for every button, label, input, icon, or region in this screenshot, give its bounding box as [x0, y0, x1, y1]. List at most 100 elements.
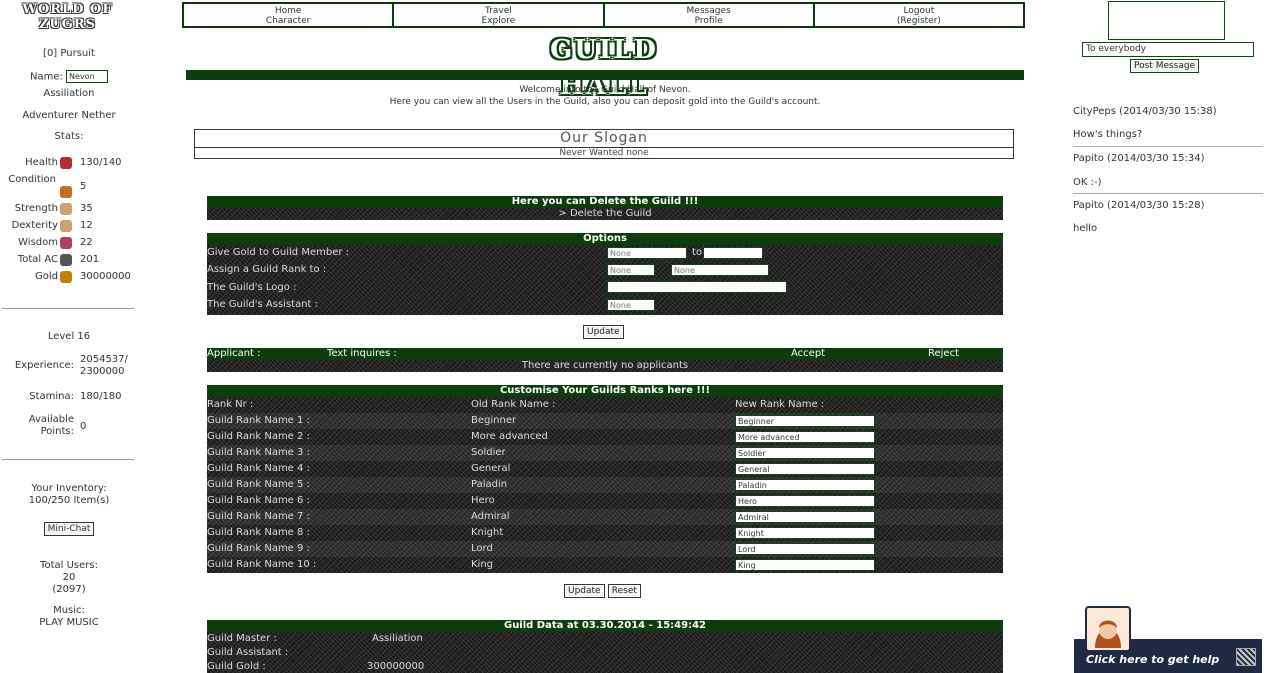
ranks-update-button[interactable]: Update: [564, 584, 605, 598]
col-applicant: Applicant :: [207, 348, 261, 359]
new-rank-name-input[interactable]: King: [735, 559, 875, 571]
col-rank-nr: Rank Nr :: [207, 399, 254, 410]
new-rank-name-input[interactable]: Soldier: [735, 447, 875, 459]
guild-data-body: Guild Master : Assiliation Guild Assista…: [207, 632, 1003, 673]
stat-value: 5: [80, 181, 87, 192]
divider: [2, 308, 134, 309]
nav-link[interactable]: Explore: [394, 16, 602, 26]
rank-nr-label: Guild Rank Name 1 :: [207, 415, 310, 426]
adventurer-label: Adventurer: [22, 110, 79, 121]
nav-link[interactable]: Profile: [605, 16, 813, 26]
guild-data-row: Guild Gold : 300000000: [207, 660, 1003, 673]
chat-post-text: How's things?: [1073, 129, 1143, 140]
new-rank-name-input[interactable]: Beginner: [735, 415, 875, 427]
play-music-link[interactable]: PLAY MUSIC: [0, 617, 138, 629]
delete-guild-link[interactable]: > Delete the Guild: [558, 208, 651, 219]
panel-header: Here you can Delete the Guild !!!: [207, 196, 1003, 208]
chat-post-author: Papito (2014/03/30 15:34): [1073, 153, 1205, 164]
guild-master-value: Assiliation: [372, 633, 423, 644]
give-gold-member-select[interactable]: None: [607, 247, 687, 259]
assign-rank-member-select[interactable]: None: [607, 264, 655, 276]
recipient-select[interactable]: To everybody: [1082, 42, 1254, 57]
nav-link[interactable]: Messages: [605, 6, 813, 16]
panel-header: Options: [207, 233, 1003, 245]
nav-link[interactable]: Travel: [394, 6, 602, 16]
new-rank-name-input[interactable]: Paladin: [735, 479, 875, 491]
inventory-row[interactable]: Your Inventory: 100/250 Item(s): [0, 483, 138, 507]
divider: [2, 459, 134, 460]
option-label: The Guild's Assistant :: [207, 299, 319, 310]
help-text: Click here to get help: [1086, 653, 1220, 666]
guild-gold-value: 300000000: [367, 661, 425, 672]
guild-data-row: Guild Assistant :: [207, 646, 1003, 660]
help-avatar[interactable]: [1085, 606, 1131, 652]
rank-nr-label: Guild Rank Name 4 :: [207, 463, 310, 474]
welcome-line: Welcome into the Guild Hall of Nevon.: [519, 85, 691, 95]
col-text-inquires: Text inquires :: [327, 348, 397, 359]
rank-rows: Guild Rank Name 1 : Beginner Beginner Guild…: [207, 413, 1003, 573]
new-rank-name-input[interactable]: General: [735, 463, 875, 475]
mini-chat-button[interactable]: Mini-Chat: [43, 522, 95, 536]
experience-label: Experience:: [14, 360, 74, 371]
rank-nr-label: Guild Rank Name 6 :: [207, 495, 310, 506]
nav-link[interactable]: Logout: [815, 6, 1023, 16]
nav-messages-profile[interactable]: Messages Profile: [605, 4, 815, 26]
ranks-buttons: Update Reset: [564, 584, 641, 598]
gold-icon: [60, 271, 72, 283]
nav-travel-explore[interactable]: Travel Explore: [394, 4, 605, 26]
stat-label: Strength: [14, 203, 58, 214]
stat-value: 201: [80, 254, 100, 265]
options-update-button[interactable]: Update: [583, 325, 624, 339]
stat-gold: Gold 30000000: [0, 271, 138, 285]
new-rank-name-input[interactable]: Knight: [735, 527, 875, 539]
qr-icon: [1236, 648, 1256, 666]
swords-icon: [60, 254, 72, 266]
stat-dexterity: Dexterity 12: [0, 220, 138, 234]
rank-nr-label: Guild Rank Name 2 :: [207, 431, 310, 442]
old-rank-name: Admiral: [471, 511, 510, 522]
total-users-row: Total Users: 20 (2097): [0, 560, 138, 596]
give-gold-amount-input[interactable]: [703, 247, 763, 259]
logo-line-1: WORLD OF: [22, 2, 113, 17]
new-rank-name-input[interactable]: Admiral: [735, 511, 875, 523]
rank-nr-label: Guild Rank Name 7 :: [207, 511, 310, 522]
total-users-value: 20: [62, 572, 76, 583]
option-label: Assign a Guild Rank to :: [207, 264, 327, 275]
guild-gold-label: Guild Gold :: [207, 661, 266, 672]
woman-avatar-icon: [1087, 608, 1129, 650]
name-field[interactable]: Nevon: [66, 70, 109, 83]
stat-condition: Condition 5: [0, 174, 138, 198]
nav-link[interactable]: (Register): [815, 16, 1023, 26]
options-panel: Options Give Gold to Guild Member : None…: [207, 233, 1003, 315]
ranks-panel: Customise Your Guilds Ranks here !!! Ran…: [207, 385, 1003, 573]
assistant-select[interactable]: None: [607, 299, 655, 311]
stat-label: Wisdom: [18, 237, 58, 248]
total-users-label: Total Users:: [40, 560, 98, 571]
post-message-button[interactable]: Post Message: [1130, 59, 1200, 73]
nav-link[interactable]: Home: [184, 6, 392, 16]
col-accept: Accept: [791, 348, 826, 359]
assign-rank-select[interactable]: None: [671, 264, 769, 276]
nav-link[interactable]: Character: [184, 16, 392, 26]
stat-label: Dexterity: [11, 220, 58, 231]
guild-logo-input[interactable]: [607, 281, 787, 293]
chat-post-author: Papito (2014/03/30 15:28): [1073, 200, 1205, 211]
panel-header: Guild Data at 03.30.2014 - 15:49:42: [207, 620, 1003, 632]
ranks-reset-button[interactable]: Reset: [607, 584, 641, 598]
left-sidebar: WORLD OF ZUGRS [0] Pursuit Name: Nevon A…: [0, 0, 138, 673]
to-label: to: [692, 247, 703, 258]
new-rank-name-input[interactable]: More advanced: [735, 431, 875, 443]
chat-message-textarea[interactable]: [1108, 1, 1225, 40]
old-rank-name: Hero: [471, 495, 495, 506]
rank-row: Guild Rank Name 3 : Soldier Soldier: [207, 445, 1003, 461]
welcome-line: Here you can view all the Users in the G…: [389, 97, 821, 107]
nav-home-character[interactable]: Home Character: [184, 4, 395, 26]
game-logo[interactable]: WORLD OF ZUGRS: [10, 2, 125, 32]
new-rank-name-input[interactable]: Hero: [735, 495, 875, 507]
user-id: [0] Pursuit: [43, 48, 95, 59]
new-rank-name-input[interactable]: Lord: [735, 543, 875, 555]
stamina-value: 180/180: [80, 391, 122, 402]
top-navigation: Home Character Travel Explore Messages P…: [182, 2, 1025, 28]
nav-logout[interactable]: Logout (Register): [815, 4, 1023, 26]
guild-assistant-label: Guild Assistant :: [207, 647, 289, 658]
